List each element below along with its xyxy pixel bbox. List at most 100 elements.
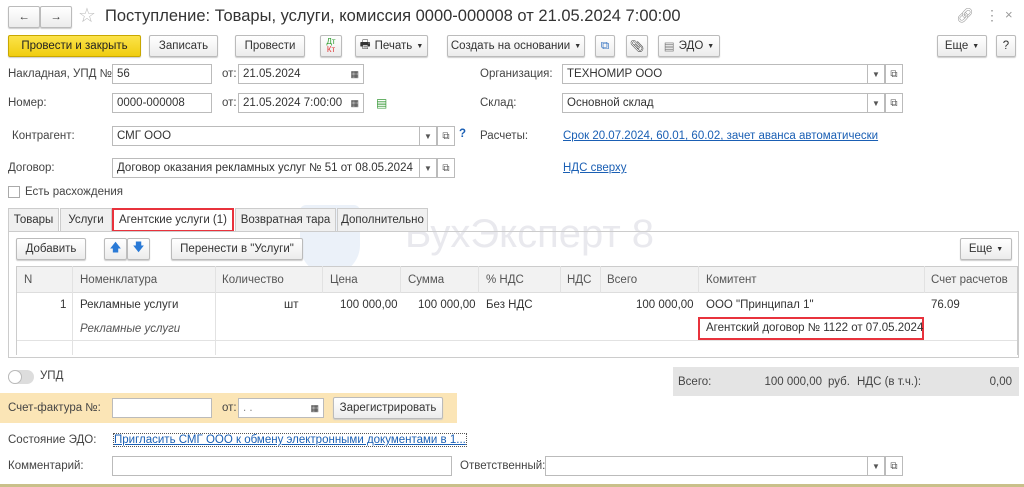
link-icon[interactable]: 🔗︎ bbox=[956, 7, 974, 24]
calendar-icon[interactable]: ▦ bbox=[350, 69, 359, 80]
sf-date-value: . . bbox=[243, 402, 253, 414]
sf-date-input[interactable]: . . ▦ bbox=[238, 398, 324, 418]
invoice-date-input[interactable]: 21.05.2024 ▦ bbox=[238, 64, 364, 84]
dropdown-icon[interactable]: ▼ bbox=[419, 126, 437, 146]
paperclip-icon[interactable]: 📎︎ bbox=[626, 35, 648, 57]
col-sum[interactable]: Сумма bbox=[408, 274, 444, 286]
row-principal-contract[interactable]: Агентский договор № 1122 от 07.05.2024 bbox=[698, 317, 924, 340]
more-button[interactable]: Еще ▼ bbox=[937, 35, 987, 57]
help-button[interactable]: ? bbox=[996, 35, 1016, 57]
print-button[interactable]: 🖶︎ Печать ▼ bbox=[355, 35, 428, 57]
arrow-up-icon: 🡅 bbox=[109, 241, 122, 254]
close-icon[interactable]: × bbox=[1005, 7, 1013, 22]
row-account[interactable]: 76.09 bbox=[931, 299, 960, 311]
number-date-input[interactable]: 21.05.2024 7:00:00 ▦ bbox=[238, 93, 364, 113]
create-based-label: Создать на основании bbox=[450, 40, 571, 52]
vat-link[interactable]: НДС сверху bbox=[563, 162, 627, 174]
col-account[interactable]: Счет расчетов bbox=[931, 274, 1008, 286]
col-price[interactable]: Цена bbox=[330, 274, 358, 286]
calendar-icon[interactable]: ▦ bbox=[350, 98, 359, 109]
chevron-down-icon: ▼ bbox=[707, 42, 715, 50]
post-button[interactable]: Провести bbox=[235, 35, 305, 57]
comment-label: Комментарий: bbox=[8, 460, 84, 472]
organization-input[interactable]: ТЕХНОМИР ООО bbox=[562, 64, 868, 84]
number-input[interactable]: 0000-000008 bbox=[112, 93, 212, 113]
col-vat-rate[interactable]: % НДС bbox=[486, 274, 524, 286]
post-and-close-button[interactable]: Провести и закрыть bbox=[8, 35, 141, 57]
calendar-icon[interactable]: ▦ bbox=[310, 403, 319, 414]
responsible-input[interactable] bbox=[545, 456, 868, 476]
row-item[interactable]: Рекламные услуги bbox=[80, 299, 178, 311]
tab-services[interactable]: Услуги bbox=[60, 208, 112, 231]
warehouse-input[interactable]: Основной склад bbox=[562, 93, 868, 113]
counterparty-input[interactable]: СМГ ООО bbox=[112, 126, 420, 146]
number-edit-icon[interactable]: ▤ bbox=[376, 96, 387, 110]
tab-agent-services[interactable]: Агентские услуги (1) bbox=[112, 208, 234, 232]
add-button[interactable]: Добавить bbox=[16, 238, 86, 260]
row-vat-rate[interactable]: Без НДС bbox=[486, 299, 533, 311]
discrepancy-checkbox[interactable] bbox=[8, 186, 20, 198]
move-down-button[interactable]: 🡇 bbox=[127, 238, 150, 260]
col-quantity[interactable]: Количество bbox=[222, 274, 284, 286]
tab-additional[interactable]: Дополнительно bbox=[337, 208, 428, 231]
open-icon[interactable]: ⧉ bbox=[437, 126, 455, 146]
settlements-link[interactable]: Срок 20.07.2024, 60.01, 60.02, зачет ава… bbox=[563, 130, 878, 142]
contract-input[interactable]: Договор оказания рекламных услуг № 51 от… bbox=[112, 158, 420, 178]
col-n[interactable]: N bbox=[24, 274, 32, 286]
contract-label: Договор: bbox=[8, 162, 55, 174]
open-icon[interactable]: ⧉ bbox=[885, 93, 903, 113]
invoice-number-input[interactable]: 56 bbox=[112, 64, 212, 84]
open-icon[interactable]: ⧉ bbox=[437, 158, 455, 178]
chevron-down-icon: ▼ bbox=[416, 42, 424, 50]
star-icon[interactable]: ☆ bbox=[78, 3, 96, 28]
register-button[interactable]: Зарегистрировать bbox=[333, 397, 443, 419]
row-price[interactable]: 100 000,00 bbox=[340, 299, 398, 311]
back-button[interactable]: ← bbox=[8, 6, 40, 28]
invoice-date-label: от: bbox=[222, 68, 237, 80]
save-button[interactable]: Записать bbox=[149, 35, 218, 57]
edo-invite-link[interactable]: Пригласить СМГ ООО к обмену электронными… bbox=[113, 433, 467, 447]
dropdown-icon[interactable]: ▼ bbox=[419, 158, 437, 178]
print-label: Печать bbox=[374, 40, 413, 52]
sf-number-input[interactable] bbox=[112, 398, 212, 418]
structure-icon[interactable]: ⧉ bbox=[595, 35, 615, 57]
invoice-date-value: 21.05.2024 bbox=[243, 68, 301, 80]
tab-goods[interactable]: Товары bbox=[8, 208, 59, 231]
comment-input[interactable] bbox=[112, 456, 452, 476]
row-sum[interactable]: 100 000,00 bbox=[418, 299, 476, 311]
dropdown-icon[interactable]: ▼ bbox=[867, 64, 885, 84]
col-item[interactable]: Номенклатура bbox=[80, 274, 157, 286]
row-principal[interactable]: ООО "Принципал 1" bbox=[706, 299, 814, 311]
col-vat[interactable]: НДС bbox=[567, 274, 591, 286]
dt-kt-button[interactable]: Дт Кт bbox=[320, 35, 342, 57]
open-icon[interactable]: ⧉ bbox=[885, 64, 903, 84]
vat-total-label: НДС (в т.ч.): bbox=[857, 376, 922, 388]
more-vert-icon[interactable]: ⋮ bbox=[985, 7, 999, 24]
dropdown-icon[interactable]: ▼ bbox=[867, 93, 885, 113]
more-label: Еще bbox=[944, 40, 969, 52]
forward-button[interactable]: → bbox=[40, 6, 72, 28]
upd-toggle[interactable] bbox=[8, 370, 34, 384]
table-more-button[interactable]: Еще ▼ bbox=[960, 238, 1012, 260]
col-principal[interactable]: Комитент bbox=[706, 274, 757, 286]
help-icon[interactable]: ? bbox=[459, 128, 466, 140]
kt-icon: Кт bbox=[326, 45, 336, 54]
create-based-button[interactable]: Создать на основании ▼ bbox=[447, 35, 585, 57]
arrow-down-icon: 🡇 bbox=[132, 241, 145, 254]
upd-label: УПД bbox=[40, 370, 64, 382]
counterparty-label: Контрагент: bbox=[12, 130, 75, 142]
col-total[interactable]: Всего bbox=[607, 274, 637, 286]
move-up-button[interactable]: 🡅 bbox=[104, 238, 127, 260]
edo-button[interactable]: ▤ ЭДО ▼ bbox=[658, 35, 720, 57]
move-to-services-button[interactable]: Перенести в "Услуги" bbox=[171, 238, 303, 260]
row-total[interactable]: 100 000,00 bbox=[636, 299, 694, 311]
number-date-value: 21.05.2024 7:00:00 bbox=[243, 97, 343, 109]
more-label: Еще bbox=[968, 243, 993, 255]
tab-returnable-packaging[interactable]: Возвратная тара bbox=[235, 208, 336, 231]
dropdown-icon[interactable]: ▼ bbox=[867, 456, 885, 476]
open-icon[interactable]: ⧉ bbox=[885, 456, 903, 476]
discrepancy-label: Есть расхождения bbox=[25, 186, 123, 198]
arrow-left-icon: ← bbox=[18, 11, 30, 23]
edo-state-label: Состояние ЭДО: bbox=[8, 434, 97, 446]
responsible-label: Ответственный: bbox=[460, 460, 546, 472]
